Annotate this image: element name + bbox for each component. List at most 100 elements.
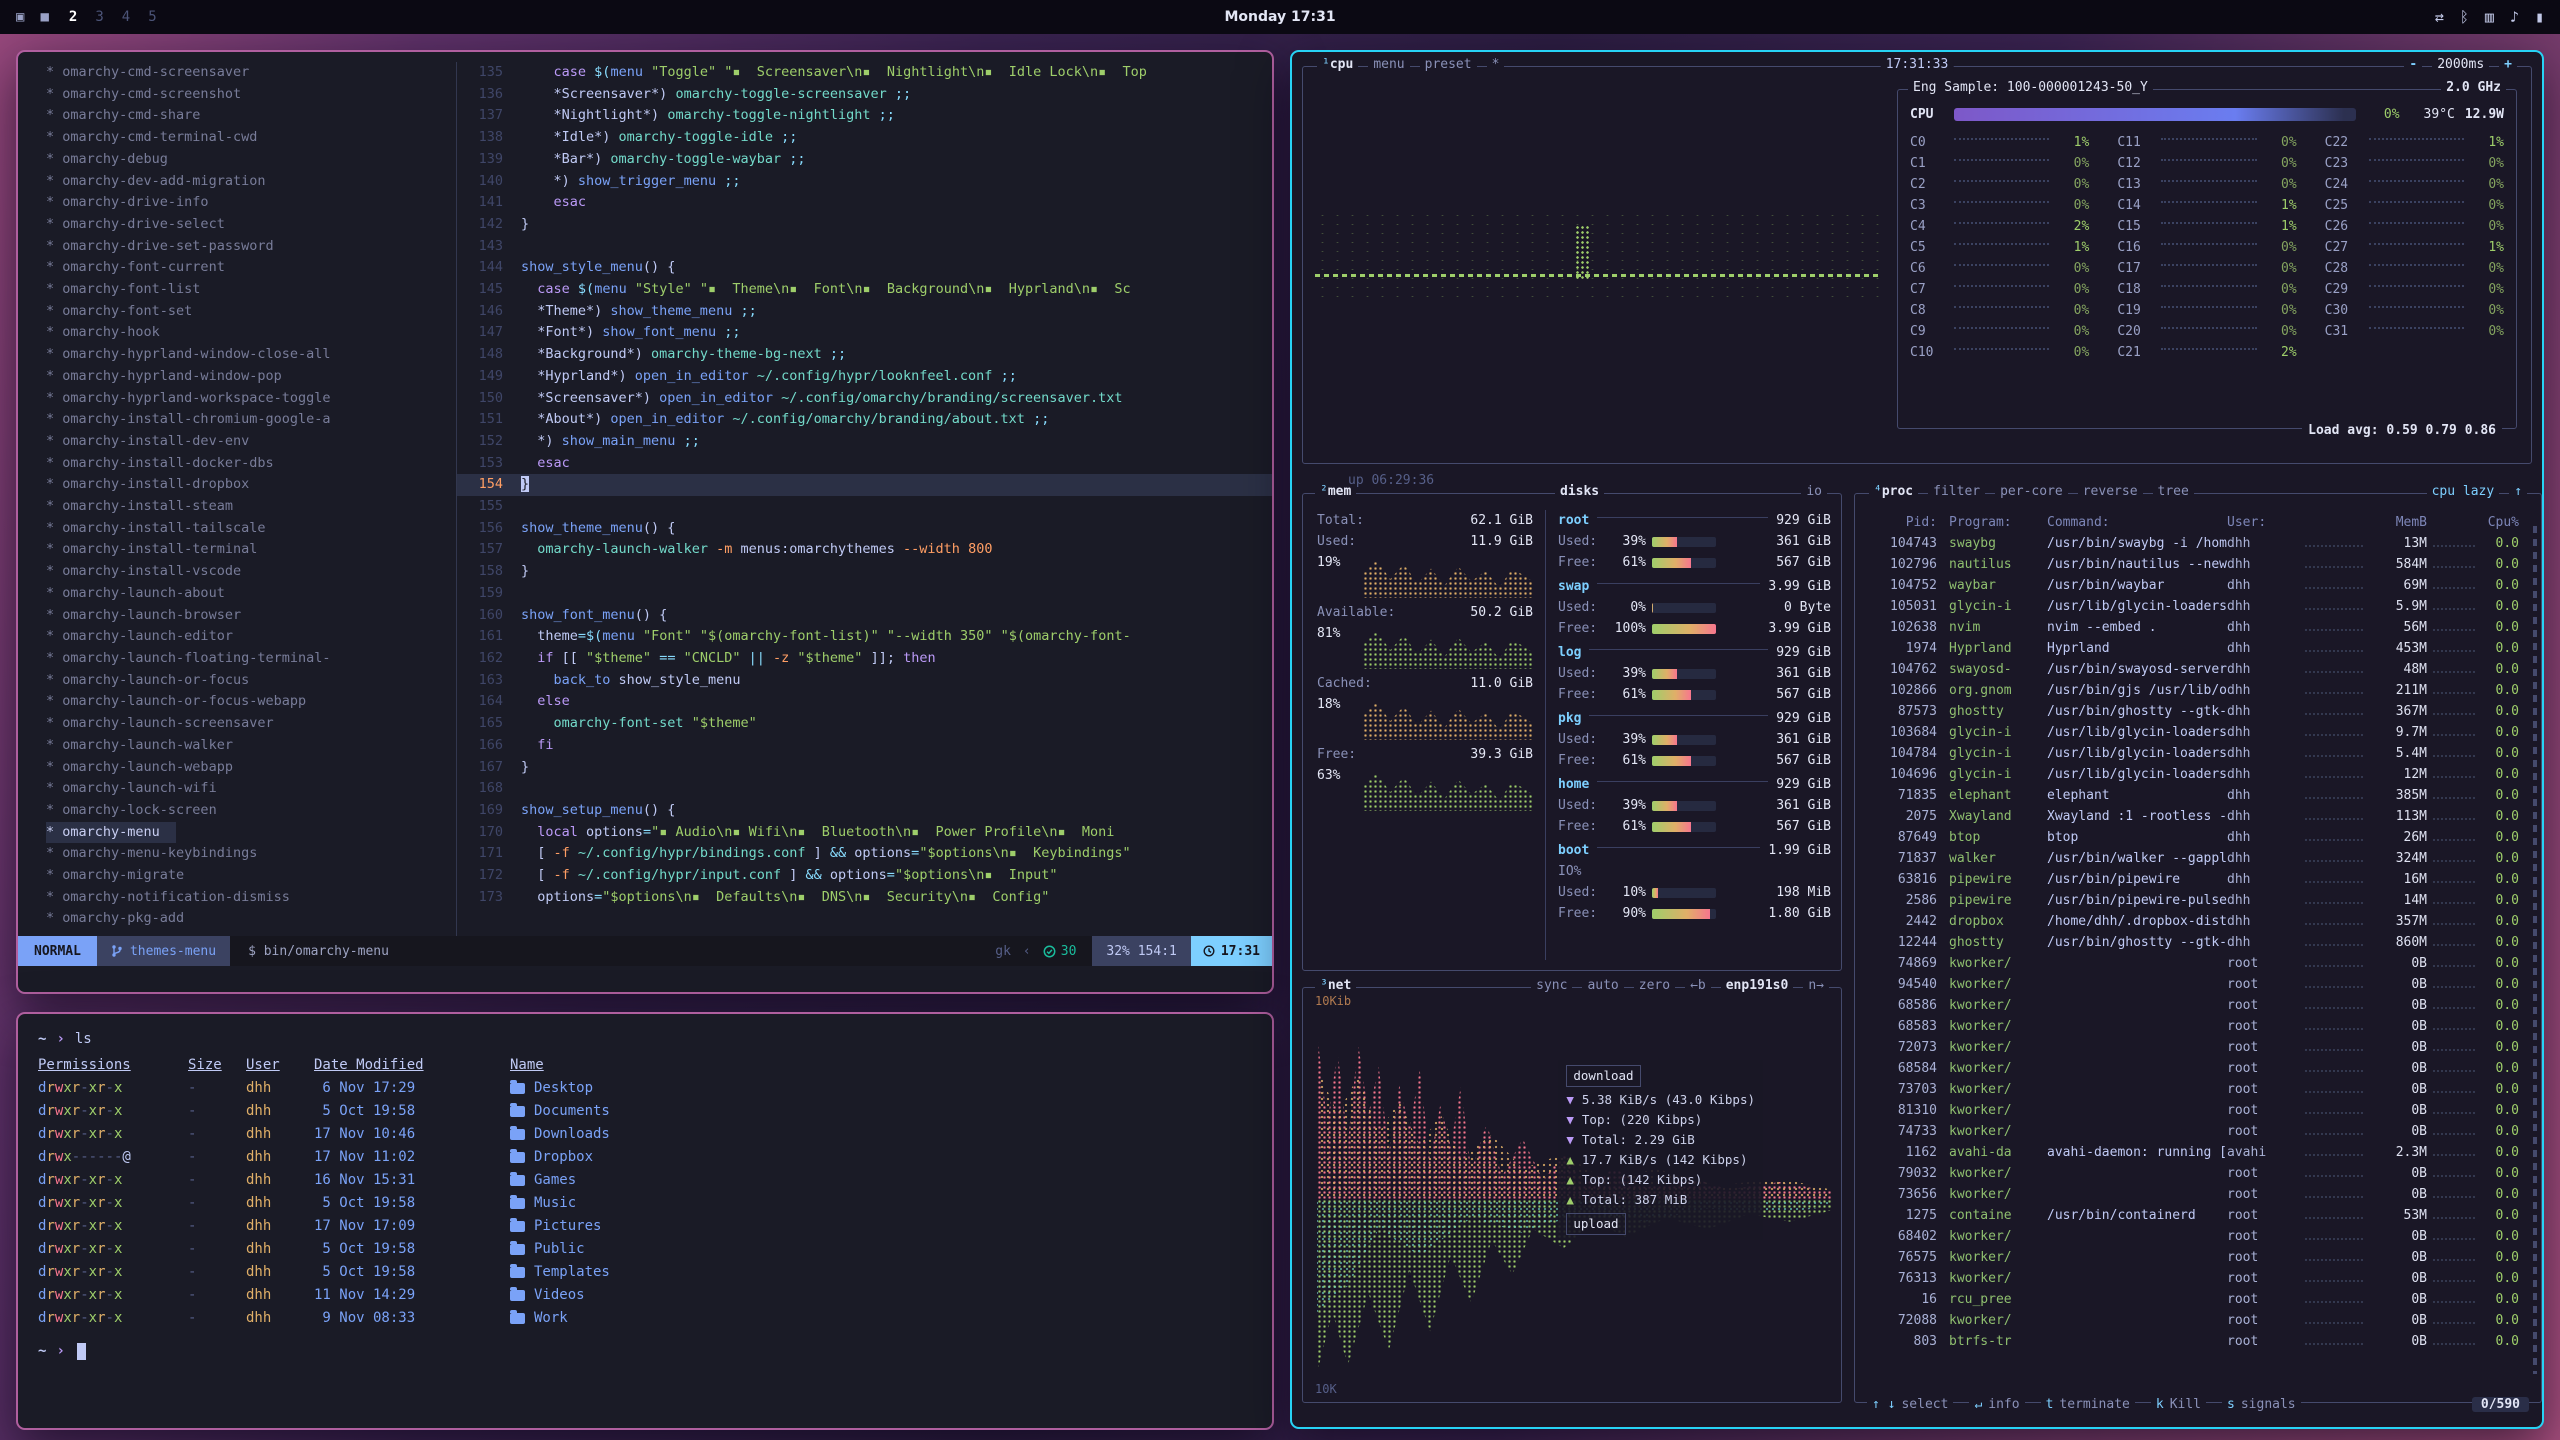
file-item[interactable]: * omarchy-cmd-share [46, 105, 456, 127]
code-line[interactable]: 141 esac [457, 192, 1272, 214]
process-row[interactable]: 1162avahi-daavahi-daemon: running [avahi… [1869, 1142, 2527, 1163]
code-line[interactable]: 161 theme=$(menu "Font" "$(omarchy-font-… [457, 626, 1272, 648]
process-row[interactable]: 1275containe/usr/bin/containerdroot53M0.… [1869, 1205, 2527, 1226]
file-item[interactable]: * omarchy-install-chromium-google-a [46, 409, 456, 431]
process-row[interactable]: 68586kworker/root0B0.0 [1869, 995, 2527, 1016]
code-line[interactable]: 173 options="$options\n▪ Defaults\n▪ DNS… [457, 887, 1272, 909]
volume-icon[interactable]: ♪ [2510, 8, 2519, 26]
code-line[interactable]: 146 *Theme*) show_theme_menu ;; [457, 301, 1272, 323]
file-item[interactable]: * omarchy-drive-set-password [46, 236, 456, 258]
workspace-3[interactable]: 3 [95, 9, 103, 25]
code-line[interactable]: 136 *Screensaver*) omarchy-toggle-screen… [457, 84, 1272, 106]
code-line[interactable]: 172 [ -f ~/.config/hypr/input.conf ] && … [457, 865, 1272, 887]
process-row[interactable]: 68583kworker/root0B0.0 [1869, 1016, 2527, 1037]
battery-icon[interactable]: ▮ [2535, 8, 2544, 26]
process-row[interactable]: 73656kworker/root0B0.0 [1869, 1184, 2527, 1205]
code-line[interactable]: 155 [457, 496, 1272, 518]
process-row[interactable]: 102866org.gnom/usr/bin/gjs /usr/lib/odhh… [1869, 680, 2527, 701]
prompt-line-2[interactable]: ~ › [38, 1340, 1252, 1363]
file-item[interactable]: * omarchy-hyprland-workspace-toggle [46, 388, 456, 410]
process-row[interactable]: 68402kworker/root0B0.0 [1869, 1226, 2527, 1247]
interval-plus-button[interactable]: + [2499, 57, 2517, 72]
process-row[interactable]: 76575kworker/root0B0.0 [1869, 1247, 2527, 1268]
process-row[interactable]: 104696glycin-i/usr/lib/glycin-loadersdhh… [1869, 764, 2527, 785]
process-row[interactable]: 16rcu_preeroot0B0.0 [1869, 1289, 2527, 1310]
file-item[interactable]: * omarchy-migrate [46, 865, 456, 887]
file-item[interactable]: * omarchy-menu [46, 822, 176, 844]
code-line[interactable]: 153 esac [457, 453, 1272, 475]
code-line[interactable]: 169show_setup_menu() { [457, 800, 1272, 822]
code-line[interactable]: 145 case $(menu "Style" "▪ Theme\n▪ Font… [457, 279, 1272, 301]
code-line[interactable]: 162 if [[ "$theme" == "CNCLD" || -z "$th… [457, 648, 1272, 670]
proc-tree-button[interactable]: tree [2153, 484, 2194, 499]
file-item[interactable]: * omarchy-drive-info [46, 192, 456, 214]
proc-percore-button[interactable]: per-core [1995, 484, 2068, 499]
proc-filter-button[interactable]: filter [1928, 484, 1985, 499]
code-line[interactable]: 147 *Font*) show_font_menu ;; [457, 322, 1272, 344]
proc-scrollbar[interactable] [2533, 526, 2537, 1374]
code-line[interactable]: 139 *Bar*) omarchy-toggle-waybar ;; [457, 149, 1272, 171]
process-row[interactable]: 74733kworker/root0B0.0 [1869, 1121, 2527, 1142]
code-line[interactable]: 144show_style_menu() { [457, 257, 1272, 279]
file-item[interactable]: * omarchy-debug [46, 149, 456, 171]
file-item[interactable]: * omarchy-launch-walker [46, 735, 456, 757]
process-row[interactable]: 94540kworker/root0B0.0 [1869, 974, 2527, 995]
code-line[interactable]: 154} [457, 474, 1272, 496]
code-line[interactable]: 149 *Hyprland*) open_in_editor ~/.config… [457, 366, 1272, 388]
file-item[interactable]: * omarchy-pkg-add [46, 908, 456, 930]
io-toggle-button[interactable]: io [1801, 484, 1827, 499]
proc-footer-signals[interactable]: ssignals [2222, 1397, 2301, 1412]
proc-sort[interactable]: cpu lazy ↑ [2427, 484, 2527, 499]
proc-footer-select[interactable]: ↑ ↓select [1867, 1397, 1953, 1412]
cpu-preset-button[interactable]: preset [1420, 57, 1477, 72]
active-app-icon[interactable]: ■ [40, 9, 48, 25]
workspace-5[interactable]: 5 [148, 9, 156, 25]
file-item[interactable]: * omarchy-install-docker-dbs [46, 453, 456, 475]
iface-prev-button[interactable]: ←b [1685, 978, 1711, 993]
process-row[interactable]: 79032kworker/root0B0.0 [1869, 1163, 2527, 1184]
process-row[interactable]: 1974HyprlandHyprlanddhh453M0.0 [1869, 638, 2527, 659]
net-auto-button[interactable]: auto [1582, 978, 1623, 993]
file-item[interactable]: * omarchy-menu-keybindings [46, 843, 456, 865]
file-item[interactable]: * omarchy-install-dev-env [46, 431, 456, 453]
file-item[interactable]: * omarchy-install-dropbox [46, 474, 456, 496]
code-line[interactable]: 138 *Idle*) omarchy-toggle-idle ;; [457, 127, 1272, 149]
code-line[interactable]: 143 [457, 236, 1272, 258]
file-item[interactable]: * omarchy-hook [46, 322, 456, 344]
process-row[interactable]: 105031glycin-i/usr/lib/glycin-loadersdhh… [1869, 596, 2527, 617]
process-row[interactable]: 103684glycin-i/usr/lib/glycin-loadersdhh… [1869, 722, 2527, 743]
file-item[interactable]: * omarchy-install-terminal [46, 539, 456, 561]
code-line[interactable]: 170 local options="▪ Audio\n▪ Wifi\n▪ Bl… [457, 822, 1272, 844]
cpu-star-button[interactable]: * [1487, 57, 1505, 72]
code-line[interactable]: 159 [457, 583, 1272, 605]
proc-footer-info[interactable]: ↵info [1969, 1397, 2024, 1412]
proc-reverse-button[interactable]: reverse [2078, 484, 2143, 499]
process-row[interactable]: 76313kworker/root0B0.0 [1869, 1268, 2527, 1289]
process-row[interactable]: 87573ghostty/usr/bin/ghostty --gtk-dhh36… [1869, 701, 2527, 722]
file-item[interactable]: * omarchy-cmd-screensaver [46, 62, 456, 84]
code-line[interactable]: 150 *Screensaver*) open_in_editor ~/.con… [457, 388, 1272, 410]
code-line[interactable]: 140 *) show_trigger_menu ;; [457, 171, 1272, 193]
file-item[interactable]: * omarchy-launch-floating-terminal- [46, 648, 456, 670]
file-item[interactable]: * omarchy-drive-select [46, 214, 456, 236]
process-row[interactable]: 71835elephantelephantdhh385M0.0 [1869, 785, 2527, 806]
file-item[interactable]: * omarchy-install-steam [46, 496, 456, 518]
code-line[interactable]: 163 back_to show_style_menu [457, 670, 1272, 692]
file-item[interactable]: * omarchy-launch-or-focus-webapp [46, 691, 456, 713]
process-row[interactable]: 2442dropbox/home/dhh/.dropbox-distdhh357… [1869, 911, 2527, 932]
code-line[interactable]: 148 *Background*) omarchy-theme-bg-next … [457, 344, 1272, 366]
file-item[interactable]: * omarchy-lock-screen [46, 800, 456, 822]
file-item[interactable]: * omarchy-install-tailscale [46, 518, 456, 540]
code-line[interactable]: 166 fi [457, 735, 1272, 757]
code-line[interactable]: 137 *Nightlight*) omarchy-toggle-nightli… [457, 105, 1272, 127]
code-line[interactable]: 168 [457, 778, 1272, 800]
file-item[interactable]: * omarchy-cmd-screenshot [46, 84, 456, 106]
code-line[interactable]: 165 omarchy-font-set "$theme" [457, 713, 1272, 735]
code-line[interactable]: 151 *About*) open_in_editor ~/.config/om… [457, 409, 1272, 431]
file-item[interactable]: * omarchy-launch-or-focus [46, 670, 456, 692]
process-row[interactable]: 63816pipewire/usr/bin/pipewiredhh16M0.0 [1869, 869, 2527, 890]
process-row[interactable]: 87649btopbtopdhh26M0.0 [1869, 827, 2527, 848]
process-row[interactable]: 68584kworker/root0B0.0 [1869, 1058, 2527, 1079]
file-item[interactable]: * omarchy-cmd-terminal-cwd [46, 127, 456, 149]
process-row[interactable]: 104784glycin-i/usr/lib/glycin-loadersdhh… [1869, 743, 2527, 764]
